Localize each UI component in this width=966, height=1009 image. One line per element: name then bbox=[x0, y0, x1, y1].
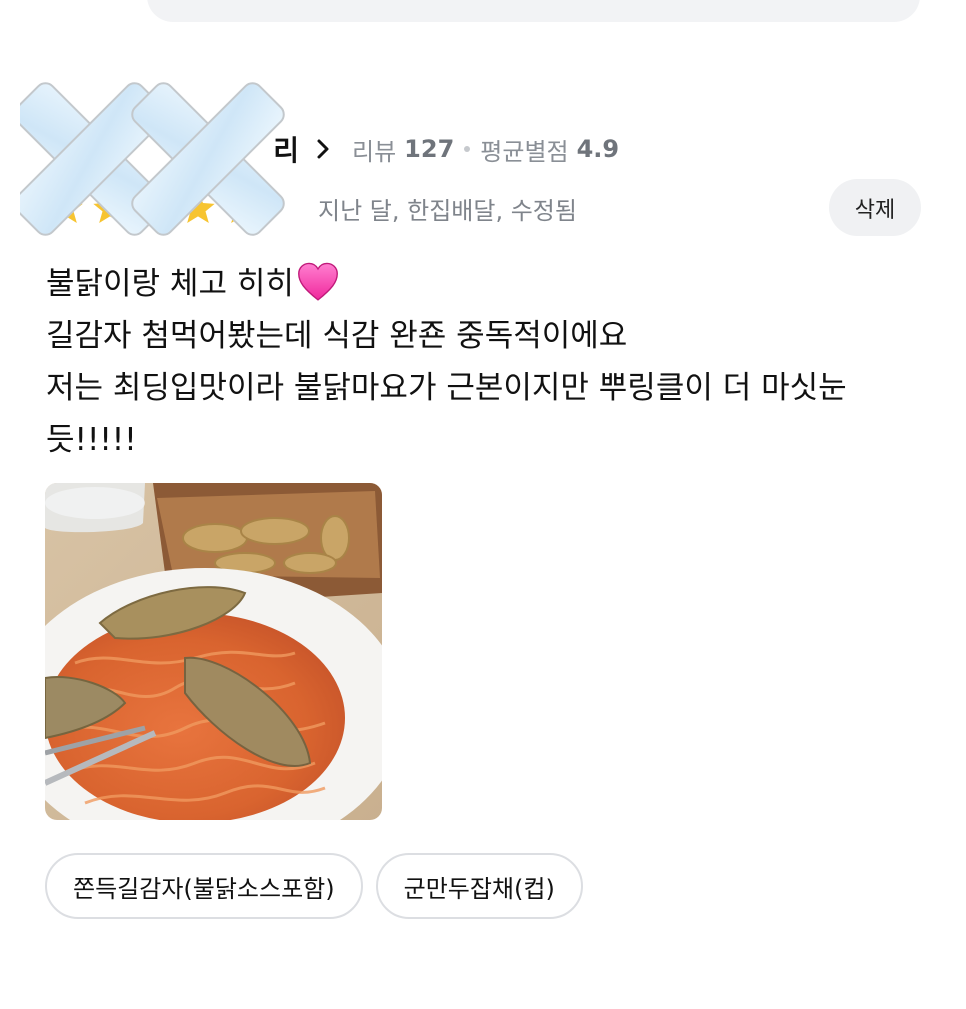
review-line: 길감자 첨먹어봤는데 식감 완죤 중독적이에요 bbox=[46, 318, 628, 354]
chevron-right-icon[interactable] bbox=[312, 138, 334, 160]
food-photo-image bbox=[45, 483, 382, 820]
menu-chips: 쫀득길감자(불닭소스포함) 군만두잡채(컵) bbox=[45, 853, 596, 919]
top-input-bar[interactable] bbox=[147, 0, 920, 22]
avg-rating: 4.9 bbox=[576, 135, 620, 163]
redaction-mask bbox=[20, 82, 285, 236]
review-page: 리 리뷰 127 평균별점 4.9 지난 달, 한집배달, 수정됨 삭제 불닭이… bbox=[0, 0, 966, 1009]
review-meta-text: 지난 달, 한집배달, 수정됨 bbox=[318, 196, 577, 225]
review-line: 저는 최딩입맛이라 불닭마요가 근본이지만 뿌링클이 더 마싯눈 bbox=[46, 370, 847, 406]
menu-chip[interactable]: 군만두잡채(컵) bbox=[375, 853, 583, 919]
review-line: 불닭이랑 체고 히히 bbox=[46, 258, 926, 310]
menu-chip[interactable]: 쫀득길감자(불닭소스포함) bbox=[45, 853, 363, 919]
review-count: 127 bbox=[404, 135, 455, 163]
review-count-label: 리뷰 bbox=[352, 137, 397, 166]
separator-dot bbox=[464, 146, 471, 152]
review-line-text: 불닭이랑 체고 히히 bbox=[46, 266, 294, 302]
reviewer-stats: 리뷰 127 평균별점 4.9 bbox=[352, 132, 619, 167]
pink-heart-icon bbox=[297, 262, 338, 301]
review-body: 불닭이랑 체고 히히 길감자 첨먹어봤는데 식감 완죤 중독적이에요 저는 최딩… bbox=[46, 258, 926, 466]
review-photo[interactable] bbox=[45, 483, 382, 820]
delete-button[interactable]: 삭제 bbox=[829, 179, 921, 236]
review-line: 듯!!!!! bbox=[46, 422, 137, 458]
avg-rating-label: 평균별점 bbox=[480, 137, 569, 166]
